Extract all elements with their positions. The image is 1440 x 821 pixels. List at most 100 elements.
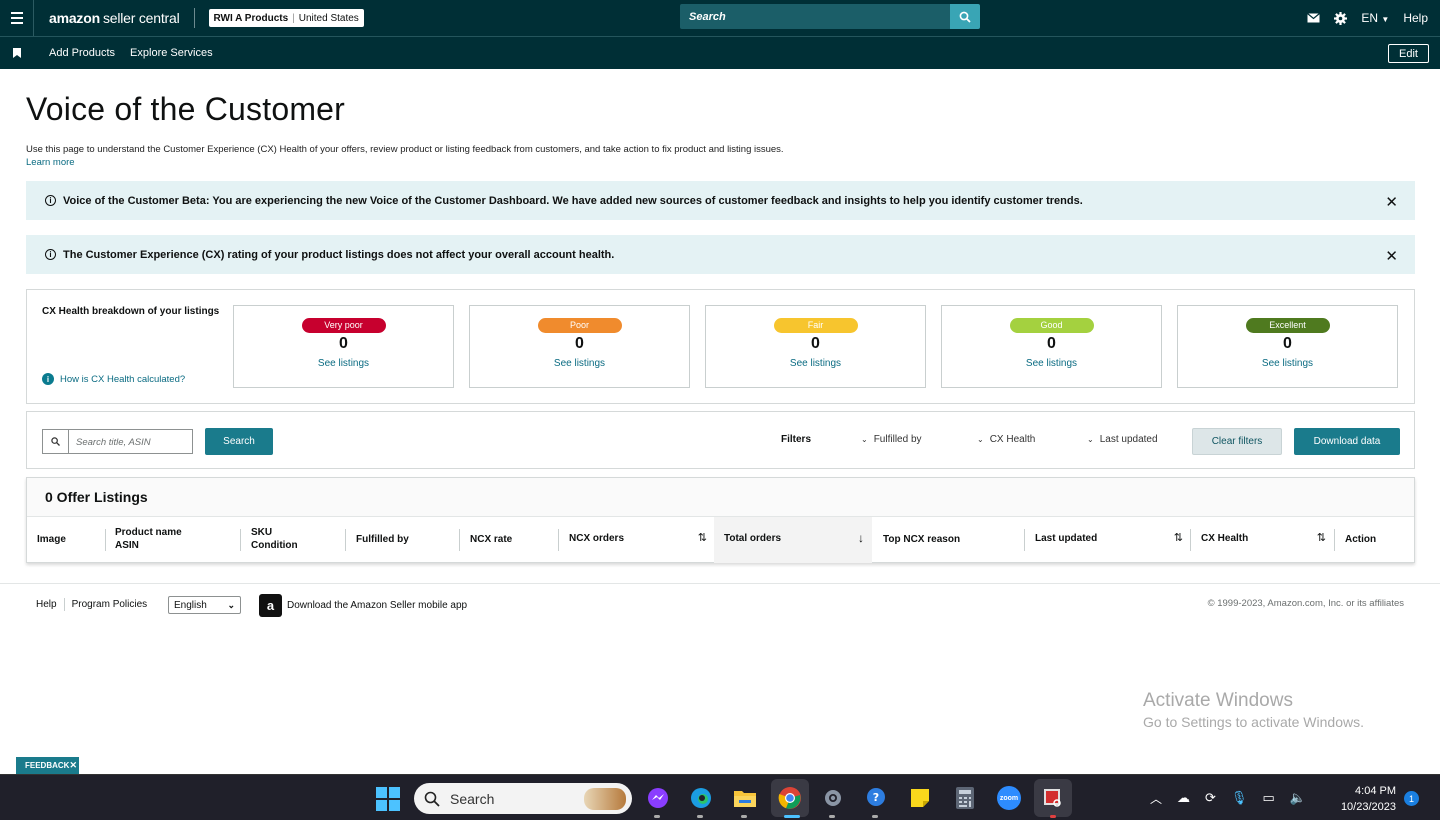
description-text: Use this page to understand the Customer… bbox=[26, 144, 784, 155]
filter-label: Last updated bbox=[1099, 434, 1158, 445]
language-selector[interactable]: EN ▼ bbox=[1361, 11, 1389, 25]
page-title: Voice of the Customer bbox=[26, 91, 346, 127]
search-icon bbox=[424, 791, 440, 807]
col-ncx-rate[interactable]: NCX rate bbox=[470, 533, 512, 546]
chrome-icon[interactable] bbox=[771, 779, 809, 817]
see-listings-link[interactable]: See listings bbox=[942, 358, 1161, 369]
zoom-icon[interactable]: zoom bbox=[995, 784, 1023, 812]
system-tray: ︿ ☁ ⟳ 🎙 ▭ 🔈 bbox=[1150, 775, 1306, 821]
edge-icon[interactable] bbox=[687, 784, 715, 812]
search-icon bbox=[959, 11, 971, 23]
sort-icon[interactable]: ⇅ bbox=[1174, 532, 1183, 545]
sort-down-icon[interactable]: ↓ bbox=[858, 532, 864, 545]
cx-count: 0 bbox=[1047, 335, 1056, 352]
search-icon bbox=[43, 430, 69, 453]
display-icon[interactable]: ▭ bbox=[1262, 790, 1274, 806]
get-help-icon[interactable]: ? bbox=[862, 784, 890, 812]
sort-icon[interactable]: ⇅ bbox=[698, 532, 707, 545]
footer-links: Help Program Policies bbox=[36, 598, 147, 611]
see-listings-link[interactable]: See listings bbox=[470, 358, 689, 369]
column-divider bbox=[459, 529, 460, 551]
see-listings-link[interactable]: See listings bbox=[706, 358, 925, 369]
cx-count: 0 bbox=[339, 335, 348, 352]
clock-time: 4:04 PM bbox=[1355, 785, 1396, 797]
nav-add-products[interactable]: Add Products bbox=[49, 47, 115, 59]
sync-icon[interactable]: ⟳ bbox=[1205, 790, 1216, 806]
copyright: © 1999-2023, Amazon.com, Inc. or its aff… bbox=[1207, 598, 1404, 609]
running-indicator bbox=[654, 815, 660, 818]
col-top-ncx-reason[interactable]: Top NCX reason bbox=[883, 533, 960, 546]
calculator-icon[interactable] bbox=[951, 784, 979, 812]
col-fulfilled-by[interactable]: Fulfilled by bbox=[356, 533, 409, 546]
col-product-name[interactable]: Product name ASIN bbox=[115, 526, 182, 552]
help-link[interactable]: Help bbox=[1403, 11, 1428, 25]
cx-card-poor: Poor 0 See listings bbox=[469, 305, 690, 388]
close-icon[interactable]: ✕ bbox=[1385, 193, 1398, 211]
page-footer: Help Program Policies English ⌄ a Downloa… bbox=[0, 583, 1440, 623]
gear-icon[interactable] bbox=[1334, 11, 1348, 25]
edit-nav-button[interactable]: Edit bbox=[1388, 44, 1429, 63]
clear-filters-button[interactable]: Clear filters bbox=[1192, 428, 1282, 455]
cx-card-fair: Fair 0 See listings bbox=[705, 305, 926, 388]
see-listings-link[interactable]: See listings bbox=[234, 358, 453, 369]
watermark-line2: Go to Settings to activate Windows. bbox=[1143, 714, 1364, 730]
menu-icon[interactable] bbox=[0, 0, 34, 36]
cx-health-breakdown: CX Health breakdown of your listings i H… bbox=[26, 289, 1415, 404]
onedrive-icon[interactable]: ☁ bbox=[1177, 790, 1190, 806]
sort-icon[interactable]: ⇅ bbox=[1317, 532, 1326, 545]
chevron-up-icon[interactable]: ︿ bbox=[1150, 790, 1162, 807]
col-last-updated[interactable]: Last updated ⇅ bbox=[1035, 532, 1183, 545]
listing-search-button[interactable]: Search bbox=[205, 428, 273, 455]
info-icon: i bbox=[42, 373, 54, 385]
alert-text: The Customer Experience (CX) rating of y… bbox=[63, 248, 615, 261]
col-last-updated-label: Last updated bbox=[1035, 533, 1098, 544]
footer-language-select[interactable]: English ⌄ bbox=[168, 596, 241, 614]
logo-brand: amazon bbox=[49, 10, 100, 26]
feedback-button[interactable]: FEEDBACK ✕ bbox=[16, 757, 79, 774]
system-clock[interactable]: 4:04 PM 10/23/2023 bbox=[1330, 783, 1396, 815]
close-icon[interactable]: ✕ bbox=[1385, 247, 1398, 265]
notification-badge[interactable]: 1 bbox=[1404, 791, 1419, 806]
sticky-notes-icon[interactable] bbox=[906, 784, 934, 812]
col-ncx-orders[interactable]: NCX orders ⇅ bbox=[569, 532, 707, 545]
running-indicator bbox=[829, 815, 835, 818]
nav-explore-services[interactable]: Explore Services bbox=[130, 47, 213, 59]
cx-rating-alert: i The Customer Experience (CX) rating of… bbox=[26, 235, 1415, 274]
col-ncx-orders-label: NCX orders bbox=[569, 533, 625, 544]
col-total-orders[interactable]: Total orders ↓ bbox=[724, 532, 864, 545]
mail-icon[interactable] bbox=[1307, 13, 1321, 23]
close-icon[interactable]: ✕ bbox=[69, 760, 77, 771]
running-indicator bbox=[697, 815, 703, 818]
seller-central-logo[interactable]: amazon seller central bbox=[49, 10, 180, 26]
mobile-app-link[interactable]: a Download the Amazon Seller mobile app bbox=[259, 594, 467, 617]
settings-icon[interactable] bbox=[819, 784, 847, 812]
filter-last-updated[interactable]: ⌄ Last updated bbox=[1087, 434, 1158, 445]
col-cx-health[interactable]: CX Health ⇅ bbox=[1201, 532, 1326, 545]
learn-more-link[interactable]: Learn more bbox=[26, 156, 1415, 169]
bookmark-icon[interactable] bbox=[0, 48, 34, 58]
cx-health-how-link[interactable]: i How is CX Health calculated? bbox=[42, 373, 185, 385]
cx-badge-fair: Fair bbox=[773, 318, 858, 333]
footer-program-policies-link[interactable]: Program Policies bbox=[72, 599, 148, 610]
info-icon: i bbox=[45, 249, 56, 260]
microphone-icon[interactable]: 🎙 bbox=[1231, 790, 1248, 806]
filter-fulfilled-by[interactable]: ⌄ Fulfilled by bbox=[861, 434, 922, 445]
account-switcher[interactable]: RWI A Products | United States bbox=[208, 9, 364, 27]
messenger-icon[interactable] bbox=[644, 784, 672, 812]
snipping-tool-icon[interactable] bbox=[1034, 779, 1072, 817]
col-sku[interactable]: SKU Condition bbox=[251, 526, 298, 552]
footer-help-link[interactable]: Help bbox=[36, 599, 57, 610]
speaker-icon[interactable]: 🔈 bbox=[1290, 790, 1306, 806]
col-cx-health-label: CX Health bbox=[1201, 533, 1249, 544]
download-data-button[interactable]: Download data bbox=[1294, 428, 1400, 455]
filter-cx-health[interactable]: ⌄ CX Health bbox=[977, 434, 1035, 445]
see-listings-link[interactable]: See listings bbox=[1178, 358, 1397, 369]
windows-start-icon[interactable] bbox=[376, 787, 400, 811]
global-search-input[interactable]: Search bbox=[680, 4, 950, 29]
taskbar-search[interactable]: Search bbox=[414, 783, 632, 814]
listing-search-field[interactable]: Search title, ASIN bbox=[42, 429, 193, 454]
file-explorer-icon[interactable] bbox=[731, 784, 759, 812]
taskbar-search-label: Search bbox=[450, 790, 495, 807]
search-button[interactable] bbox=[950, 4, 980, 29]
account-name: RWI A Products bbox=[213, 12, 289, 24]
